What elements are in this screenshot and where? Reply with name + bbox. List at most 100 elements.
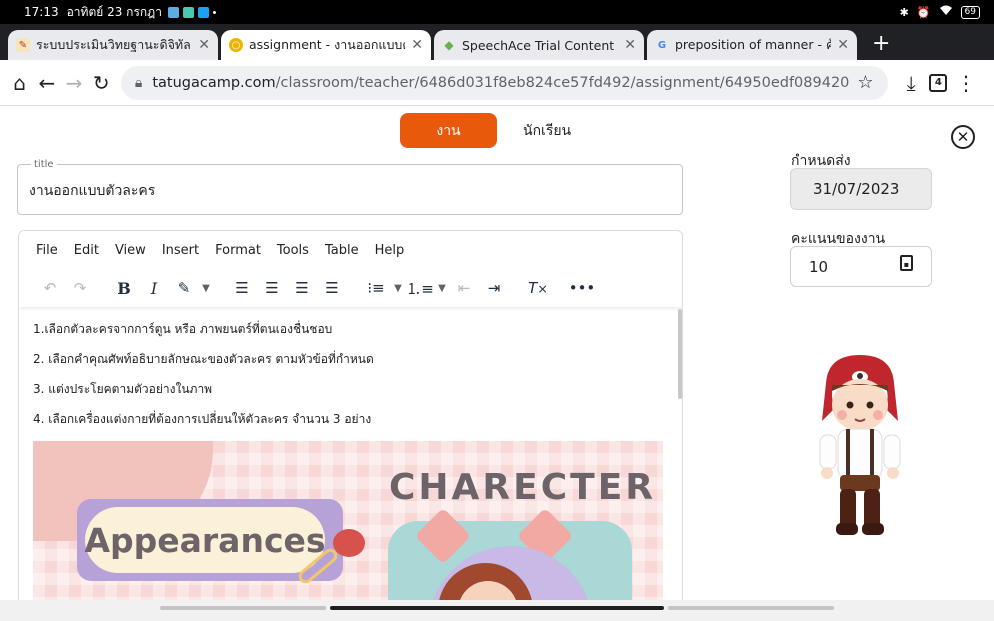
tab-close-icon[interactable]: ✕ [198, 37, 210, 53]
highlight-color-icon[interactable]: ✎ [169, 274, 199, 302]
home-gesture-handle[interactable] [330, 606, 664, 610]
editor-menubar: File Edit View Insert Format Tools Table… [19, 231, 682, 269]
italic-icon[interactable]: I [139, 274, 169, 302]
back-arrow-icon[interactable]: ← [37, 66, 56, 100]
url-text[interactable]: tatugacamp.com/classroom/teacher/6486d03… [152, 75, 849, 91]
bluetooth-icon: ✱ [899, 5, 909, 19]
character-heading: CHARECTER [389, 467, 657, 508]
bullet-list-icon[interactable]: ⁝≡ [361, 274, 391, 302]
tab-count: 4 [929, 73, 948, 92]
instruction-line: 2. เลือกคำคุณศัพท์อธิบายลักษณะของตัวละคร… [33, 352, 374, 366]
menu-table[interactable]: Table [325, 243, 359, 258]
menu-insert[interactable]: Insert [162, 243, 199, 258]
editor-content[interactable]: 1.เลือกตัวละครจากการ์ตูน หรือ ภาพยนตร์ที… [19, 309, 679, 620]
menu-format[interactable]: Format [215, 243, 261, 258]
address-bar[interactable]: 🔒︎ tatugacamp.com/classroom/teacher/6486… [120, 65, 888, 100]
tab-label: ระบบประเมินวิทยฐานะดิจิทัล(D [36, 37, 193, 52]
rich-text-editor: File Edit View Insert Format Tools Table… [18, 230, 683, 621]
system-navigation-bar [0, 600, 994, 621]
browser-tab-active[interactable]: ○ assignment - งานออกแบบตัวล ✕ [221, 30, 431, 60]
character-worksheet-image: Appearances CHARECTER [33, 441, 663, 620]
battery-indicator: 69 [960, 5, 980, 19]
status-date: อาทิตย์ 23 กรกฎา [66, 4, 162, 19]
title-field[interactable]: title งานออกแบบตัวละคร [17, 159, 683, 215]
align-right-icon[interactable]: ☰ [287, 274, 317, 302]
menu-view[interactable]: View [115, 243, 146, 258]
pirate-mascot-image [819, 355, 901, 535]
forward-arrow-icon[interactable]: → [64, 66, 83, 100]
browser-tab[interactable]: ◆ SpeechAce Trial Content ✕ [434, 30, 644, 60]
tab-favicon-icon: ◆ [444, 38, 454, 52]
tab-label: SpeechAce Trial Content [462, 37, 615, 53]
browser-tab-strip: ✎ ระบบประเมินวิทยฐานะดิจิทัล(D ✕ ○ assig… [0, 24, 994, 60]
browser-tab[interactable]: G preposition of manner - ค้นห ✕ [647, 30, 857, 60]
appearances-label: Appearances [84, 507, 326, 573]
download-icon[interactable]: ⤓ [902, 66, 921, 100]
more-options-icon[interactable]: ⋮ [956, 66, 976, 100]
editor-scrollbar[interactable] [678, 309, 682, 399]
instruction-line: 3. แต่งประโยคตามตัวอย่างในภาพ [33, 382, 213, 396]
score-value[interactable]: 10 [809, 258, 828, 276]
title-field-label: title [34, 159, 54, 170]
align-justify-icon[interactable]: ☰ [317, 274, 347, 302]
browser-tab[interactable]: ✎ ระบบประเมินวิทยฐานะดิจิทัล(D ✕ [8, 30, 218, 60]
tab-close-icon[interactable]: ✕ [837, 37, 849, 53]
numbered-list-icon[interactable]: ⒈≡ [405, 274, 435, 302]
google-favicon-icon: G [657, 39, 667, 51]
close-icon[interactable]: ✕ [951, 125, 975, 149]
menu-file[interactable]: File [36, 243, 58, 258]
score-field[interactable]: 10 ▪ [790, 246, 932, 287]
bold-icon[interactable]: B [109, 274, 139, 302]
status-time: 17:13 [24, 5, 59, 19]
tab-label: preposition of manner - ค้นห [675, 37, 832, 52]
home-icon[interactable]: ⌂ [10, 66, 29, 100]
calculator-icon: ▪ [900, 255, 913, 271]
status-right: ✱ ⏰ 69 [900, 5, 980, 19]
reload-icon[interactable]: ↻ [92, 66, 111, 100]
tab-close-icon[interactable]: ✕ [624, 37, 636, 53]
rose-illustration [333, 529, 365, 557]
align-left-icon[interactable]: ☰ [227, 274, 257, 302]
due-date-field[interactable]: 31/07/2023 [790, 168, 932, 210]
more-notifications-dot [212, 10, 216, 14]
editor-toolbar: ↶ ↷ B I ✎ ▼ ☰ ☰ ☰ ☰ ⁝≡ ▼ ⒈≡ ▼ ⇤ ⇥ T × ••• [19, 269, 682, 307]
url-host: tatugacamp.com [152, 74, 276, 91]
more-toolbar-icon[interactable]: ••• [567, 274, 597, 302]
title-input-value[interactable]: งานออกแบบตัวละคร [29, 180, 671, 202]
chevron-down-icon[interactable]: ▼ [435, 274, 449, 302]
tab-close-icon[interactable]: ✕ [411, 37, 423, 53]
undo-icon[interactable]: ↶ [35, 274, 65, 302]
tab-assignment[interactable]: งาน [400, 113, 497, 148]
instruction-line: 1.เลือกตัวละครจากการ์ตูน หรือ ภาพยนตร์ที… [33, 322, 333, 336]
tab-switcher-button[interactable]: 4 [929, 66, 948, 100]
notification-app-icon [182, 6, 194, 18]
browser-toolbar: ⌂ ← → ↻ 🔒︎ tatugacamp.com/classroom/teac… [0, 60, 994, 106]
indent-icon[interactable]: ⇥ [479, 274, 509, 302]
notification-app-icon [167, 6, 179, 18]
view-switcher: งาน นักเรียน [400, 113, 571, 148]
menu-help[interactable]: Help [375, 243, 405, 258]
page-content: งาน นักเรียน ✕ title งานออกแบบตัวละคร Fi… [0, 107, 994, 621]
url-path: /classroom/teacher/6486d031f8eb824ce57fd… [275, 74, 850, 91]
tab-students[interactable]: นักเรียน [523, 120, 571, 142]
bookmark-star-icon[interactable]: ☆ [857, 72, 873, 93]
notification-twitter-icon [197, 6, 209, 18]
notification-icons [167, 6, 216, 18]
tab-favicon-icon: ✎ [16, 38, 30, 52]
instruction-line: 4. เลือกเครื่องแต่งกายที่ต้องการเปลี่ยนใ… [33, 412, 372, 426]
outdent-icon[interactable]: ⇤ [449, 274, 479, 302]
menu-edit[interactable]: Edit [74, 243, 99, 258]
clear-formatting-icon[interactable]: T × [523, 274, 553, 302]
alarm-icon: ⏰ [916, 5, 931, 19]
redo-icon[interactable]: ↷ [65, 274, 95, 302]
wifi-icon [939, 5, 953, 19]
align-center-icon[interactable]: ☰ [257, 274, 287, 302]
chevron-down-icon[interactable]: ▼ [391, 274, 405, 302]
tab-favicon-icon: ○ [229, 38, 243, 52]
lock-icon[interactable]: 🔒︎ [135, 75, 142, 91]
tab-label: assignment - งานออกแบบตัวล [249, 37, 405, 52]
chevron-down-icon[interactable]: ▼ [199, 274, 213, 302]
status-bar: 17:13 อาทิตย์ 23 กรกฎา ✱ ⏰ 69 [0, 0, 994, 24]
new-tab-button[interactable]: + [872, 31, 890, 56]
menu-tools[interactable]: Tools [277, 243, 309, 258]
